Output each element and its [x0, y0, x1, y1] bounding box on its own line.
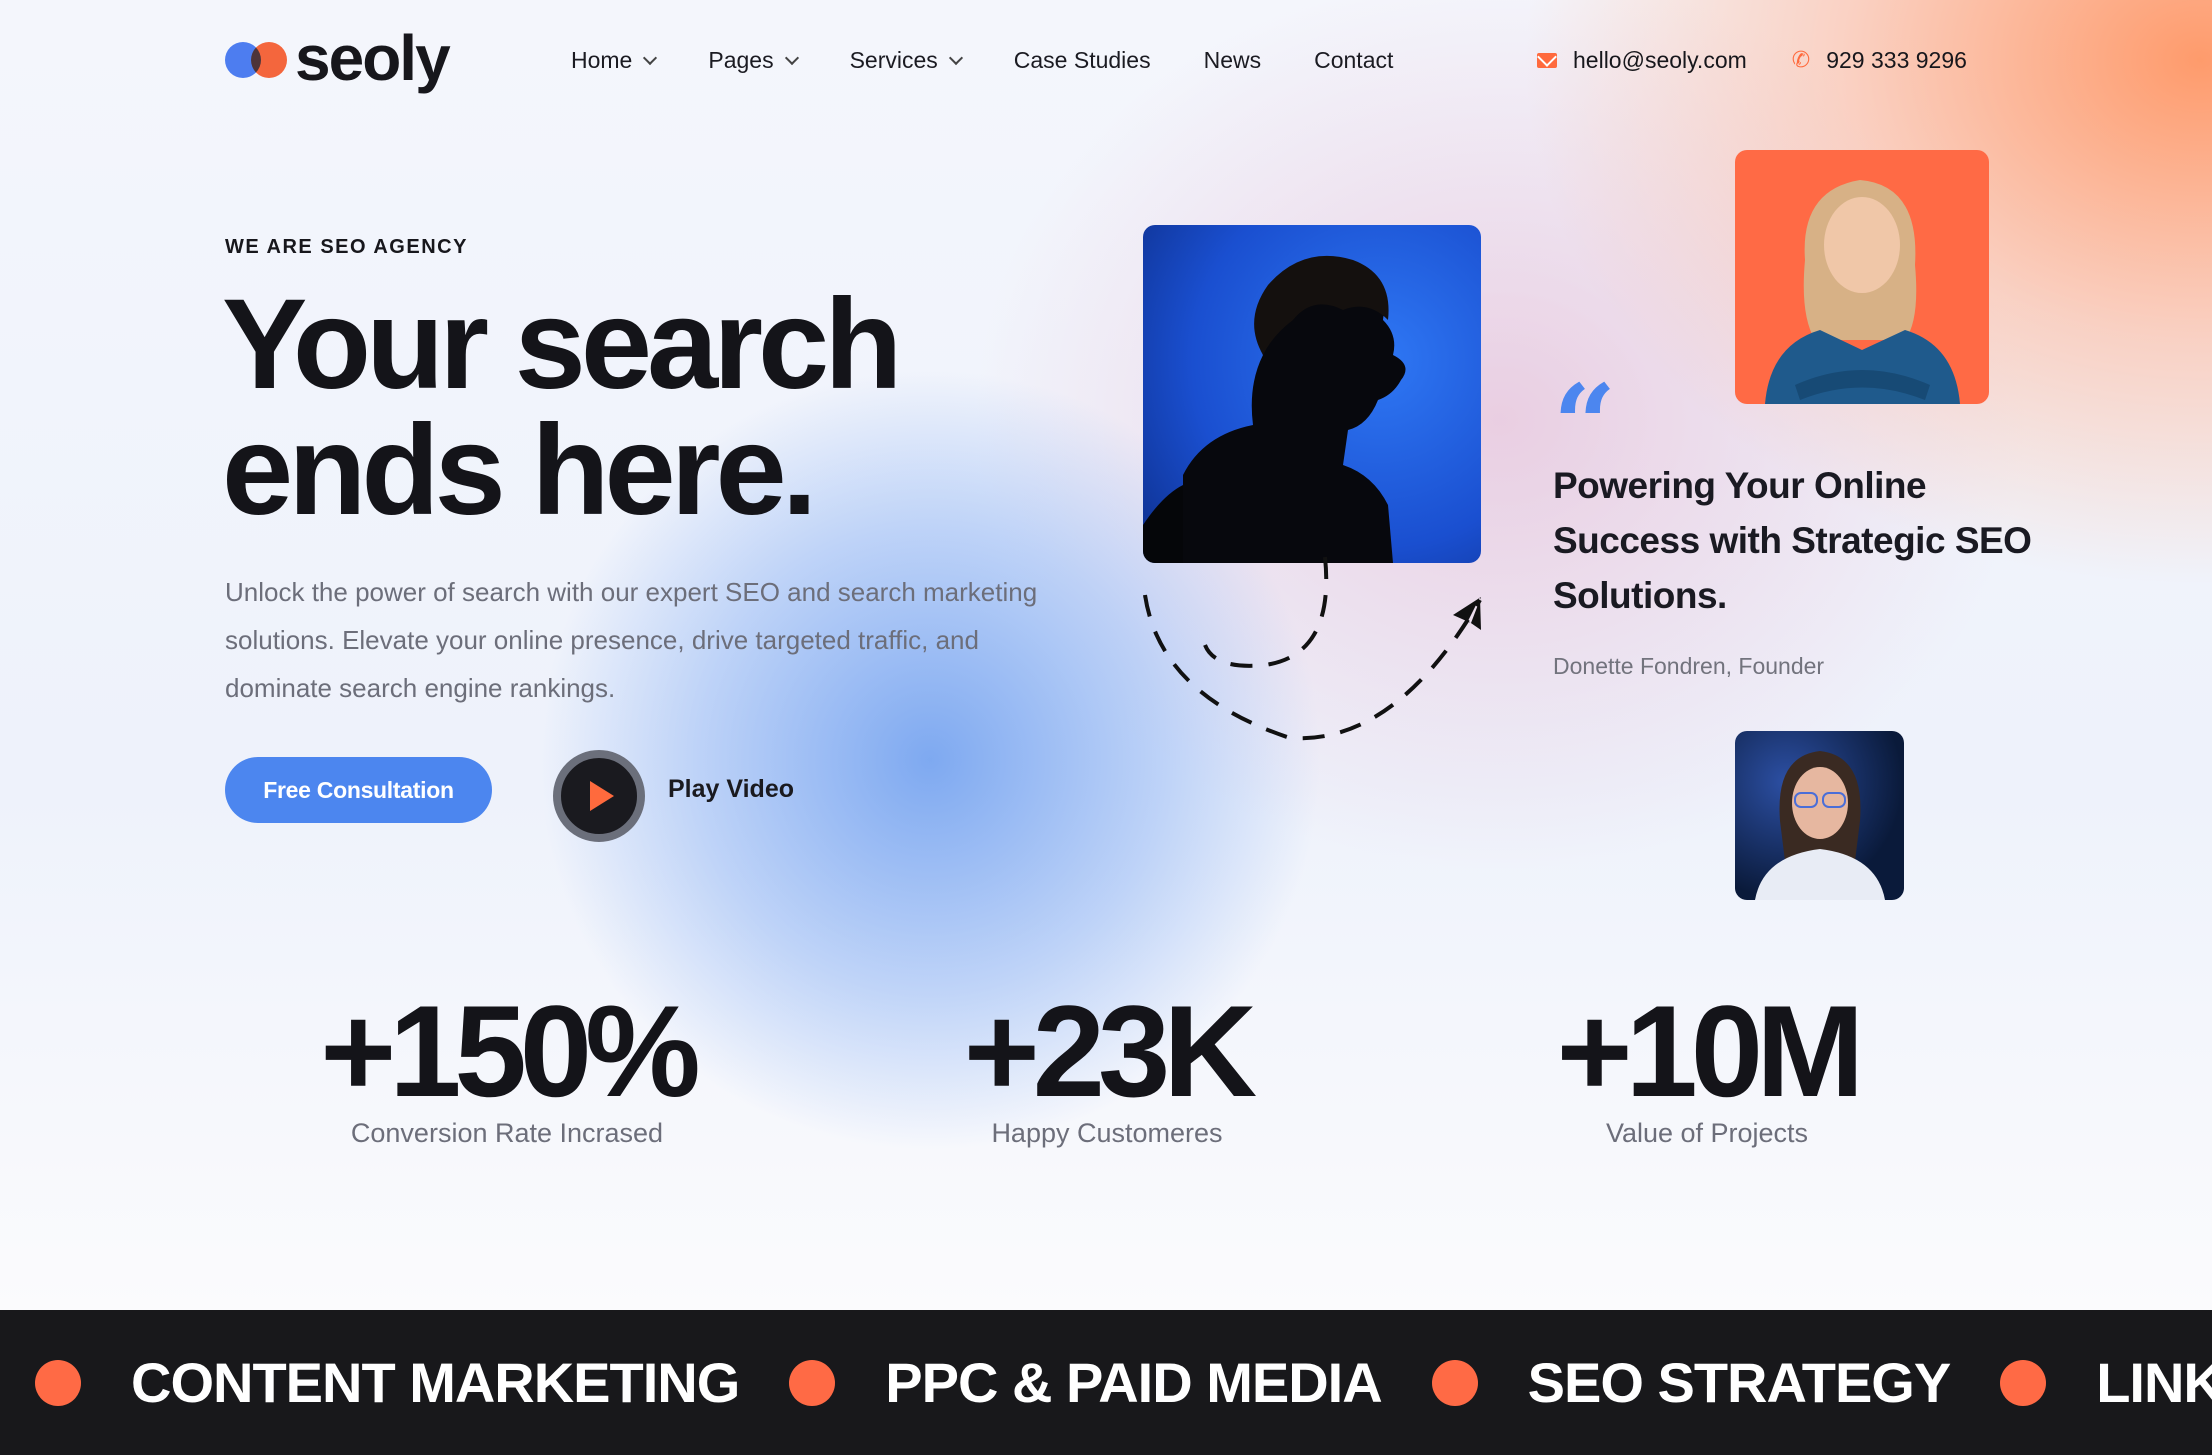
ticker-track: CONTENT MARKETING PPC & PAID MEDIA SEO S…	[35, 1310, 2212, 1455]
bullet-dot	[1431, 1359, 1478, 1406]
nav-item-home[interactable]: Home	[571, 46, 658, 74]
main-nav: Home Pages Services Case Studies News Co…	[571, 40, 1446, 80]
brand-name: seoly	[295, 22, 451, 94]
nav-item-services[interactable]: Services	[849, 46, 963, 74]
testimonial-photo-woman-glasses	[1735, 731, 1904, 900]
headline-line-2: ends here.	[222, 399, 817, 542]
hero-headline: Your search ends here.	[222, 281, 982, 535]
headline-line-1: Your search	[222, 273, 902, 416]
chevron-down-icon	[948, 50, 963, 65]
logo-orange-dot	[251, 42, 287, 78]
nav-item-news[interactable]: News	[1204, 47, 1262, 74]
bullet-dot	[35, 1359, 81, 1406]
bullet-dot	[2000, 1359, 2047, 1406]
nav-item-case-studies[interactable]: Case Studies	[1014, 47, 1151, 74]
testimonial-photo-woman	[1735, 150, 1989, 404]
nav-item-label: Services	[849, 46, 938, 73]
play-video-label[interactable]: Play Video	[668, 775, 794, 804]
stat-value: +23K	[963, 978, 1257, 1124]
nav-item-pages[interactable]: Pages	[708, 46, 799, 74]
mail-icon	[1537, 52, 1557, 68]
hero-photo-man	[1143, 225, 1481, 563]
nav-item-label: News	[1203, 46, 1262, 73]
stat-projects: +10M Value of Projects	[1447, 978, 1967, 1149]
services-ticker: CONTENT MARKETING PPC & PAID MEDIA SEO S…	[0, 1310, 2212, 1455]
email-link[interactable]: hello@seoly.com	[1573, 47, 1747, 74]
nav-item-contact[interactable]: Contact	[1314, 47, 1393, 74]
ticker-item: PPC & PAID MEDIA	[885, 1351, 1382, 1414]
chevron-down-icon	[784, 50, 799, 65]
stat-value: +150%	[320, 978, 700, 1124]
ticker-item: SEO STRATEGY	[1527, 1351, 1952, 1414]
stat-conversion: +150% Conversion Rate Incrased	[247, 978, 767, 1149]
phone-link[interactable]: 929 333 9296	[1826, 47, 1967, 74]
phone-icon: ✆	[1791, 47, 1811, 72]
nav-item-label: Case Studies	[1013, 46, 1151, 73]
stat-label: Value of Projects	[1605, 1118, 1809, 1148]
nav-item-label: Home	[571, 46, 633, 73]
header-contact: hello@seoly.com ✆ 929 333 9296	[1537, 40, 1967, 80]
ticker-item: CONTENT MARKETING	[131, 1351, 740, 1414]
testimonial-quote: Powering Your Online Success with Strate…	[1553, 465, 2032, 616]
free-consultation-button[interactable]: Free Consultation	[225, 757, 492, 823]
chevron-down-icon	[643, 50, 658, 65]
stat-label: Happy Customeres	[991, 1118, 1223, 1148]
nav-item-label: Pages	[708, 46, 774, 73]
stat-customers: +23K Happy Customeres	[847, 978, 1367, 1149]
bullet-dot	[789, 1359, 836, 1406]
nav-item-label: Contact	[1314, 46, 1394, 73]
hero-lead: Unlock the power of search with our expe…	[225, 577, 1038, 703]
play-video-button[interactable]	[553, 750, 645, 842]
stat-value: +10M	[1556, 978, 1865, 1124]
ticker-item: LINK B	[2096, 1351, 2212, 1414]
decorative-arrow	[1143, 556, 1482, 741]
testimonial-author: Donette Fondren, Founder	[1553, 653, 1825, 679]
play-icon	[590, 781, 614, 811]
hero-eyebrow: WE ARE SEO AGENCY	[225, 236, 468, 258]
